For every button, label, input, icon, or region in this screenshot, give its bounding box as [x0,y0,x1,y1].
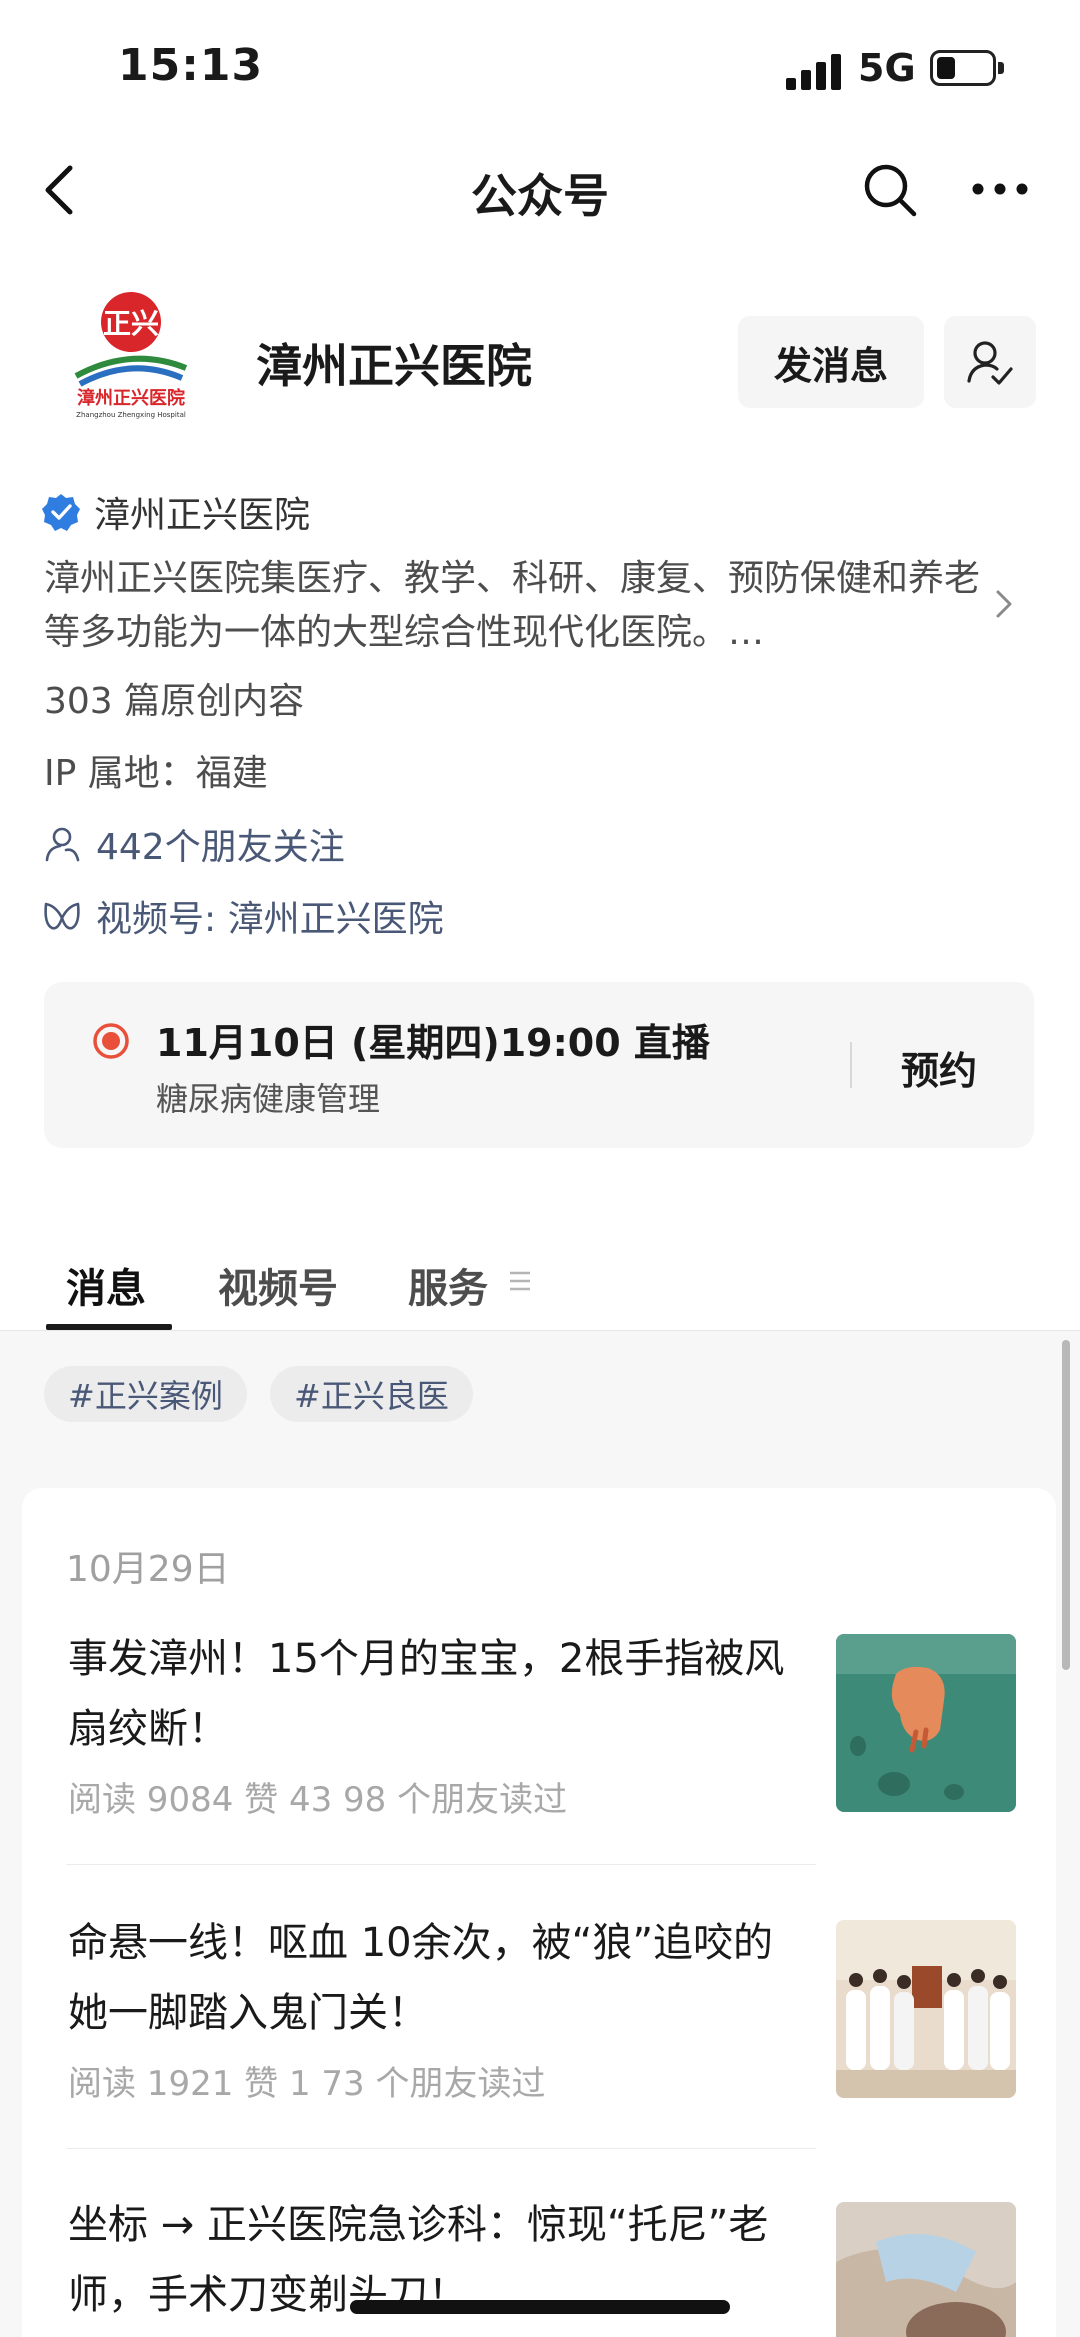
tag-chip[interactable]: #正兴案例 [44,1366,247,1422]
more-icon[interactable] [970,164,1030,214]
friends-following-text: 442个朋友关注 [96,827,345,868]
verified-badge-icon [42,494,80,531]
logo-text: 正兴 [103,307,159,340]
page-title: 公众号 [471,169,609,223]
article-title[interactable]: 命悬一线！呕血 10余次，被“狼”追咬的她一脚踏入鬼门关！ [68,1908,808,2048]
reserve-button[interactable]: 预约 [874,1040,1004,1095]
message-card: 10月29日 事发漳州！15个月的宝宝，2根手指被风扇绞断！ 阅读 9084 赞… [22,1488,1056,2337]
live-record-icon [93,1023,129,1059]
video-channel-text: 视频号: 漳州正兴医院 [96,899,444,940]
status-time: 15:13 [118,40,264,91]
original-count: 303 篇原创内容 [44,681,305,722]
video-channel-row[interactable]: 视频号: 漳州正兴医院 [42,890,444,942]
send-message-button[interactable]: 发消息 [738,316,924,408]
live-reservation-card[interactable]: 11月10日 (星期四)19:00 直播 糖尿病健康管理 预约 [44,982,1034,1148]
chevron-right-icon[interactable] [992,584,1018,624]
verified-name: 漳州正兴医院 [94,495,311,536]
video-channel-icon [44,902,80,930]
article-divider [66,1864,816,1865]
tag-chip[interactable]: #正兴良医 [270,1366,473,1422]
scrollbar[interactable] [1062,1340,1070,1670]
verified-row: 漳州正兴医院 [42,486,310,538]
battery-icon [930,50,996,86]
account-description[interactable]: 漳州正兴医院集医疗、教学、科研、康复、预防保健和养老等多功能为一体的大型综合性现… [44,552,984,660]
user-check-icon [967,341,1013,385]
article-thumbnail[interactable] [836,1920,1016,2098]
article-divider [66,2148,816,2149]
live-divider [850,1042,852,1088]
tab-services[interactable]: 服务 [408,1256,488,1314]
feed-date: 10月29日 [66,1549,230,1590]
search-icon[interactable] [862,160,918,220]
follow-button[interactable] [944,316,1036,408]
friends-following-row[interactable]: 442个朋友关注 [42,818,345,870]
live-subtitle: 糖尿病健康管理 [156,1080,381,1118]
live-title: 11月10日 (星期四)19:00 直播 [156,1021,710,1065]
network-type: 5G [858,46,916,90]
article-meta: 阅读 1921 赞 1 73 个朋友读过 [68,2064,546,2104]
article-thumbnail[interactable] [836,1634,1016,1812]
tab-video-channel[interactable]: 视频号 [218,1256,338,1314]
home-indicator[interactable] [350,2300,730,2314]
logo-caption: 漳州正兴医院 [77,387,185,409]
battery-tip [998,62,1004,74]
signal-icon [786,52,842,90]
menu-icon[interactable] [508,1268,532,1294]
tab-messages[interactable]: 消息 [66,1256,146,1314]
article-thumbnail[interactable] [836,2202,1016,2337]
article-meta: 阅读 9084 赞 43 98 个朋友读过 [68,1780,568,1820]
logo-caption-en: Zhangzhou Zhengxing Hospital [76,411,186,419]
ip-location: IP 属地：福建 [44,753,268,794]
account-name: 漳州正兴医院 [256,339,532,393]
hospital-logo: 正兴 漳州正兴医院 Zhangzhou Zhengxing Hospital [56,290,206,420]
friends-icon [45,827,80,862]
article-title[interactable]: 事发漳州！15个月的宝宝，2根手指被风扇绞断！ [68,1624,808,1764]
